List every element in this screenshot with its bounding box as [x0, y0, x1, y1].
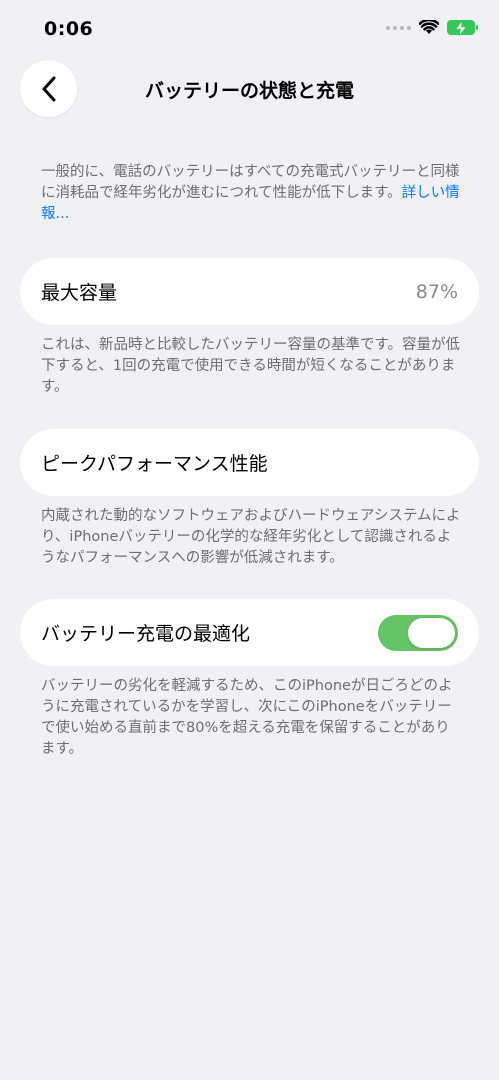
optimized-charging-description: バッテリーの劣化を軽減するため、このiPhoneが日ごろどのように充電されている…: [41, 678, 453, 757]
max-capacity-value: 87%: [415, 280, 458, 303]
wifi-icon: [419, 20, 439, 34]
status-time: 0:06: [44, 18, 94, 40]
signal-dots-icon: [386, 25, 411, 30]
peak-performance-label: ピークパフォーマンス性能: [41, 453, 268, 475]
intro-body: 一般的に、電話のバッテリーはすべての充電式バッテリーと同様に消耗品で経年劣化が進…: [41, 164, 460, 201]
battery-health-screen: 0:06 バッテリーの状態と充電 一般的に、電話のバッテリーはすべての充電式バッ…: [0, 0, 499, 1080]
optimized-charging-row: バッテリー充電の最適化: [20, 599, 479, 666]
peak-performance-row: ピークパフォーマンス性能: [20, 429, 479, 496]
max-capacity-description: これは、新品時と比較したバッテリー容量の基準です。容量が低下すると、1回の充電で…: [41, 337, 461, 395]
page-title: バッテリーの状態と充電: [144, 80, 354, 102]
toggle-knob: [408, 617, 455, 648]
max-capacity-row: 最大容量 87%: [20, 258, 479, 325]
peak-performance-description: 内蔵された動的なソフトウェアおよびハードウェアシステムにより、iPhoneバッテ…: [41, 508, 461, 566]
intro-text: 一般的に、電話のバッテリーはすべての充電式バッテリーと同様に消耗品で経年劣化が進…: [41, 162, 461, 225]
optimized-charging-label: バッテリー充電の最適化: [41, 623, 251, 645]
status-icons: [386, 20, 478, 36]
max-capacity-label: 最大容量: [41, 282, 118, 304]
optimized-charging-toggle[interactable]: [378, 614, 458, 651]
battery-charging-icon: [447, 20, 478, 36]
